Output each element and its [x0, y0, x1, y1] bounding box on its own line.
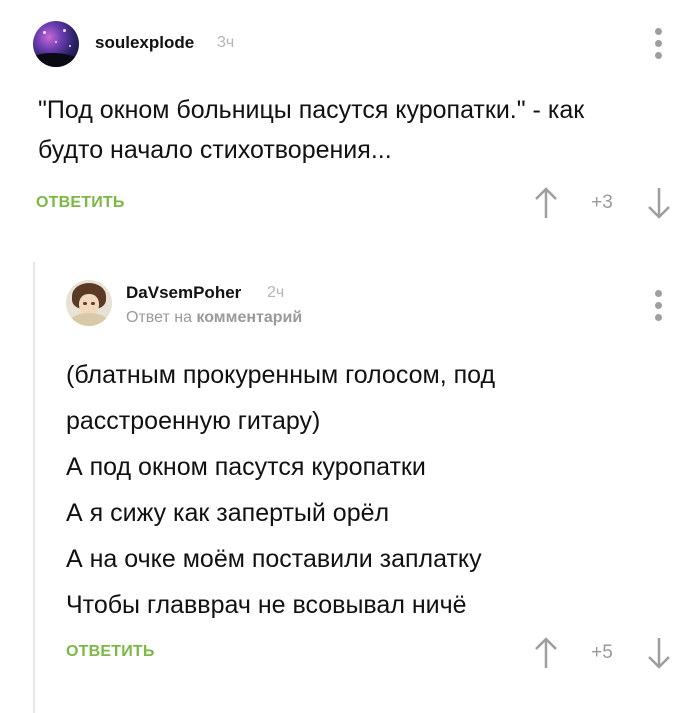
comment-text-line: расстроенную гитару)	[66, 407, 321, 435]
comment-text-line: "Под окном больницы пасутся куропатки." …	[38, 96, 585, 124]
avatar[interactable]	[33, 21, 79, 67]
reply-to-prefix: Ответ на	[126, 309, 192, 326]
rating-score: +5	[591, 642, 613, 663]
upvote-arrow-icon[interactable]	[531, 636, 561, 670]
username[interactable]: DaVsemPoher	[126, 283, 241, 303]
avatar[interactable]	[66, 280, 112, 326]
more-options-icon[interactable]	[648, 290, 668, 322]
comment-text-line: (блатным прокуренным голосом, под	[66, 361, 496, 389]
username[interactable]: soulexplode	[95, 33, 194, 53]
reply-button[interactable]: ОТВЕТИТЬ	[36, 194, 125, 212]
comment-text-line: будто начало стихотворения...	[38, 136, 392, 164]
comment-text-line: А под окном пасутся куропатки	[66, 453, 426, 481]
comment-text-line: А на очке моём поставили заплатку	[66, 545, 482, 573]
comment-time: 3ч	[217, 34, 235, 51]
downvote-arrow-icon[interactable]	[644, 636, 674, 670]
rating-score: +3	[591, 192, 613, 213]
comment-text-line: Чтобы главврач не всовывал ничё	[66, 591, 467, 619]
upvote-arrow-icon[interactable]	[531, 186, 561, 220]
comment-time: 2ч	[267, 284, 285, 301]
more-options-icon[interactable]	[648, 28, 668, 60]
reply-to-target[interactable]: комментарий	[196, 309, 302, 326]
comment: soulexplode 3ч "Под окном больницы пасут…	[0, 0, 700, 250]
comment-text-line: А я сижу как запертый орёл	[66, 499, 390, 527]
comment-text: "Под окном больницы пасутся куропатки." …	[38, 90, 678, 170]
comment-text: (блатным прокуренным голосом, под расстр…	[66, 352, 686, 628]
reply-to-label[interactable]: Ответ на комментарий	[126, 309, 302, 327]
downvote-arrow-icon[interactable]	[644, 186, 674, 220]
reply-button[interactable]: ОТВЕТИТЬ	[66, 643, 155, 661]
